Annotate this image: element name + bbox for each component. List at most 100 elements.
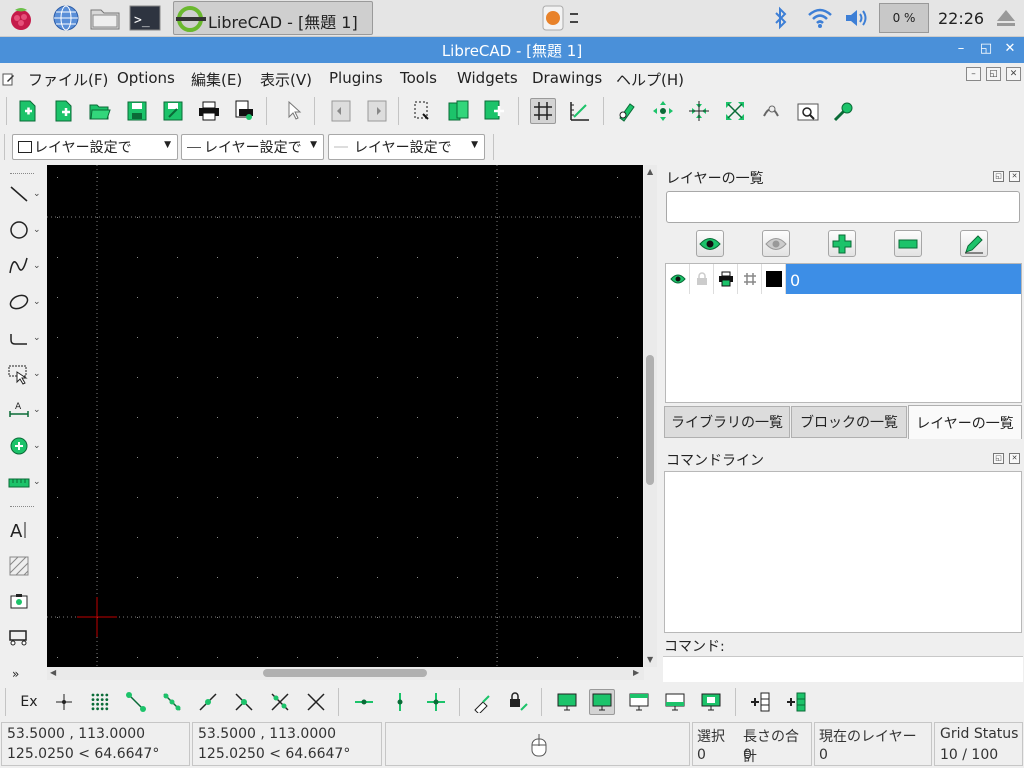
view-side-button[interactable] (626, 689, 652, 715)
menu-plugins[interactable]: Plugins (329, 69, 383, 87)
cut-button[interactable] (409, 98, 435, 124)
layer-filter-input[interactable] (666, 191, 1020, 223)
menu-help[interactable]: ヘルプ(H) (616, 69, 684, 90)
open-file-button[interactable] (87, 98, 113, 124)
restrict-horizontal-button[interactable] (351, 689, 377, 715)
view-top-button[interactable] (554, 689, 580, 715)
save-as-button[interactable] (160, 98, 186, 124)
layer-visible-toggle[interactable] (666, 264, 690, 294)
layer-color-swatch[interactable] (762, 264, 786, 294)
show-all-layers-button[interactable] (696, 230, 724, 257)
pen-width-select[interactable]: レイヤー設定で ▼ (181, 134, 324, 160)
hide-all-layers-button[interactable] (762, 230, 790, 257)
draft-mode-button[interactable] (567, 98, 593, 124)
restrict-orthogonal-button[interactable] (423, 689, 449, 715)
hatch-tool[interactable] (8, 551, 42, 581)
print-button[interactable] (196, 98, 222, 124)
bluetooth-icon[interactable] (768, 3, 794, 33)
snap-center-button[interactable] (195, 689, 221, 715)
modify-tool[interactable]: ⌄ (8, 431, 42, 461)
line-tool[interactable]: ⌄ (8, 179, 42, 209)
restrict-vertical-button[interactable] (387, 689, 413, 715)
close-window-button[interactable]: ✕ (1000, 39, 1020, 59)
drawing-canvas[interactable] (47, 165, 643, 667)
horizontal-scrollbar[interactable]: ◀ ▶ (47, 667, 644, 680)
tab-layers[interactable]: レイヤーの一覧 (908, 405, 1022, 439)
volume-icon[interactable] (842, 3, 872, 33)
remove-layer-button[interactable] (894, 230, 922, 257)
image-tool[interactable] (8, 586, 42, 616)
minimize-button[interactable]: – (951, 39, 971, 59)
command-panel-float-button[interactable]: ◱ (993, 453, 1004, 464)
view-iso-button[interactable] (698, 689, 724, 715)
mdi-restore-button[interactable]: ◱ (986, 67, 1001, 81)
pen-color-select[interactable]: レイヤー設定で ▼ (12, 134, 178, 160)
add-layer-button[interactable] (828, 230, 856, 257)
paste-button[interactable] (482, 98, 508, 124)
eject-icon[interactable] (992, 3, 1020, 33)
zoom-previous-button[interactable] (758, 98, 784, 124)
layer-construction-toggle[interactable] (738, 264, 762, 294)
curve-tool[interactable]: ⌄ (8, 251, 42, 281)
redo-button[interactable] (364, 98, 390, 124)
menu-tools[interactable]: Tools (400, 69, 437, 87)
snap-grid-button[interactable] (87, 689, 113, 715)
menu-file[interactable]: ファイル(F) (28, 69, 108, 90)
zoom-pan-button[interactable] (831, 98, 857, 124)
circle-tool[interactable]: ⌄ (8, 215, 42, 245)
layer-panel-float-button[interactable]: ◱ (993, 171, 1004, 182)
vertical-scrollbar[interactable]: ▲ ▼ (644, 165, 657, 667)
mdi-minimize-button[interactable]: – (966, 67, 981, 81)
wifi-icon[interactable] (805, 3, 835, 33)
polyline-tool[interactable]: ⌄ (8, 323, 42, 353)
menu-view[interactable]: 表示(V) (260, 69, 312, 90)
undo-button[interactable] (328, 98, 354, 124)
grid-toggle-button[interactable] (530, 98, 556, 124)
update-notifier-icon[interactable] (541, 3, 565, 33)
new-file-button[interactable] (15, 98, 41, 124)
menu-drawings[interactable]: Drawings (532, 69, 602, 87)
maximize-button[interactable]: ◱ (976, 39, 996, 59)
dimension-tool[interactable]: A ⌄ (8, 395, 42, 425)
menu-options[interactable]: Options (117, 69, 175, 87)
redraw-button[interactable] (614, 98, 640, 124)
zoom-window-button[interactable] (795, 98, 821, 124)
select-tool[interactable]: ⌄ (8, 359, 42, 389)
layer-row[interactable]: 0 (666, 264, 1021, 294)
taskbar-librecad-button[interactable]: LibreCAD - [無題 1] (173, 1, 373, 35)
select-pointer-button[interactable] (281, 98, 307, 124)
file-manager-icon[interactable] (89, 3, 121, 33)
zoom-out-button[interactable] (686, 98, 712, 124)
layer-lock-toggle[interactable] (690, 264, 714, 294)
snap-endpoint-button[interactable] (123, 689, 149, 715)
window-titlebar[interactable]: LibreCAD - [無題 1] – ◱ ✕ (0, 37, 1024, 63)
edit-layer-button[interactable] (960, 230, 988, 257)
layer-print-toggle[interactable] (714, 264, 738, 294)
layer-panel-close-button[interactable]: ✕ (1009, 171, 1020, 182)
pen-linetype-select[interactable]: レイヤー設定で ▼ (328, 134, 485, 160)
menu-edit[interactable]: 編集(E) (191, 69, 242, 90)
snap-exclusive-button[interactable]: Ex (16, 689, 42, 715)
insert-block-button[interactable] (747, 689, 773, 715)
command-input[interactable] (663, 656, 1023, 682)
copy-button[interactable] (446, 98, 472, 124)
relative-zero-button[interactable] (470, 689, 496, 715)
snap-intersection-button[interactable] (303, 689, 329, 715)
vertical-scroll-thumb[interactable] (646, 355, 654, 485)
zoom-in-button[interactable] (650, 98, 676, 124)
raspberry-menu-icon[interactable] (5, 3, 37, 33)
tab-library[interactable]: ライブラリの一覧 (664, 406, 790, 438)
ellipse-tool[interactable]: ⌄ (8, 287, 42, 317)
measure-tool[interactable]: ⌄ (8, 467, 42, 497)
web-browser-icon[interactable] (50, 3, 82, 33)
tab-blocks[interactable]: ブロックの一覧 (791, 406, 907, 438)
layer-name-cell[interactable]: 0 (786, 264, 1021, 294)
zoom-auto-button[interactable] (722, 98, 748, 124)
lock-relative-zero-button[interactable] (506, 689, 532, 715)
mdi-close-button[interactable]: ✕ (1006, 67, 1021, 81)
text-tool[interactable]: A (8, 515, 42, 545)
add-block-button[interactable] (783, 689, 809, 715)
block-tool[interactable] (8, 622, 42, 652)
save-button[interactable] (124, 98, 150, 124)
command-panel-close-button[interactable]: ✕ (1009, 453, 1020, 464)
